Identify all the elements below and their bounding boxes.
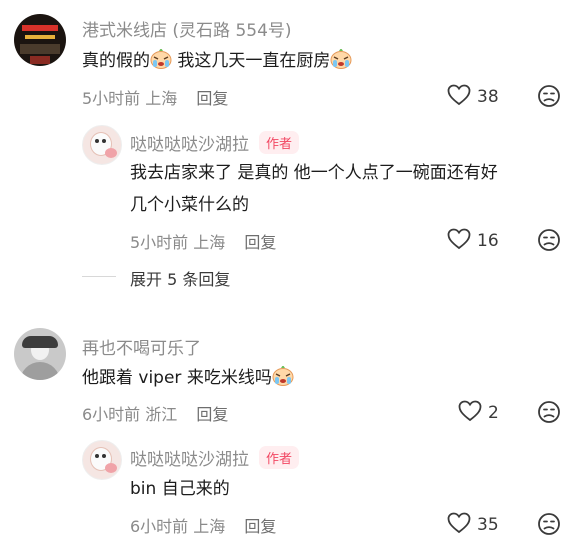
dislike-button[interactable] (537, 228, 561, 256)
expand-divider (82, 276, 116, 277)
reply-meta: 6小时前 上海 回复 (130, 513, 276, 537)
commenter-avatar[interactable] (14, 328, 66, 380)
like-button[interactable]: 38 (447, 84, 499, 110)
reply-header: 哒哒哒哒沙湖拉 作者 (130, 445, 300, 470)
reply-button[interactable]: 回复 (244, 517, 276, 536)
frown-face-icon (537, 229, 561, 256)
reply-time: 6小时前 (130, 517, 189, 536)
reply-text-line-2: 几个小菜什么的 (130, 195, 249, 215)
heart-outline-icon (447, 84, 471, 110)
like-button[interactable]: 35 (447, 512, 499, 538)
author-name[interactable]: 哒哒哒哒沙湖拉 (130, 130, 249, 155)
crying-emoji-icon (272, 365, 294, 386)
like-count: 38 (477, 87, 499, 107)
dislike-button[interactable] (537, 512, 561, 540)
reply-button[interactable]: 回复 (244, 233, 276, 252)
comment-meta: 6小时前 浙江 回复 (82, 401, 228, 425)
like-count: 35 (477, 515, 499, 535)
comment-text: 他跟着 viper 来吃米线吗 (82, 363, 294, 394)
commenter-name[interactable]: 再也不喝可乐了 (82, 334, 201, 359)
frown-face-icon (537, 85, 561, 112)
comment-meta: 5小时前 上海 回复 (82, 85, 228, 109)
like-count: 2 (488, 403, 499, 423)
reply-button[interactable]: 回复 (196, 405, 228, 424)
expand-replies-button[interactable]: 展开 5 条回复 (130, 266, 230, 290)
commenter-name[interactable]: 港式米线店 (灵石路 554号) (82, 16, 292, 41)
dislike-button[interactable] (537, 84, 561, 112)
reply-text-line-1: bin 自己来的 (130, 479, 230, 499)
comment-text-part: 我这几天一直在厨房 (172, 51, 331, 71)
reply-text-line-1: 我去店家来了 是真的 他一个人点了一碗面还有好 (130, 163, 498, 183)
author-name[interactable]: 哒哒哒哒沙湖拉 (130, 445, 249, 470)
reply-header: 哒哒哒哒沙湖拉 作者 (130, 130, 300, 155)
author-tag: 作者 (259, 446, 300, 469)
comment-text-part: 真的假的 (82, 51, 150, 71)
frown-face-icon (537, 513, 561, 540)
heart-outline-icon (447, 228, 471, 254)
crying-emoji-icon (330, 48, 352, 69)
comment-time: 6小时前 (82, 405, 141, 424)
like-button[interactable]: 16 (447, 228, 499, 254)
comment-location: 浙江 (145, 405, 178, 424)
heart-outline-icon (458, 400, 482, 426)
reply-location: 上海 (193, 233, 226, 252)
reply-time: 5小时前 (130, 233, 189, 252)
dislike-button[interactable] (537, 400, 561, 428)
reply-button[interactable]: 回复 (196, 89, 228, 108)
frown-face-icon (537, 401, 561, 428)
comment-text: 真的假的 我这几天一直在厨房 (82, 46, 352, 77)
reply-location: 上海 (193, 517, 226, 536)
like-count: 16 (477, 231, 499, 251)
crying-emoji-icon (150, 48, 172, 69)
comment-location: 上海 (145, 89, 178, 108)
heart-outline-icon (447, 512, 471, 538)
reply-meta: 5小时前 上海 回复 (130, 229, 276, 253)
author-avatar[interactable] (82, 440, 122, 480)
comment-text-part: 他跟着 viper 来吃米线吗 (82, 368, 272, 388)
author-tag: 作者 (259, 131, 300, 154)
comment-time: 5小时前 (82, 89, 141, 108)
author-avatar[interactable] (82, 125, 122, 165)
commenter-avatar[interactable] (14, 14, 66, 66)
like-button[interactable]: 2 (458, 400, 499, 426)
